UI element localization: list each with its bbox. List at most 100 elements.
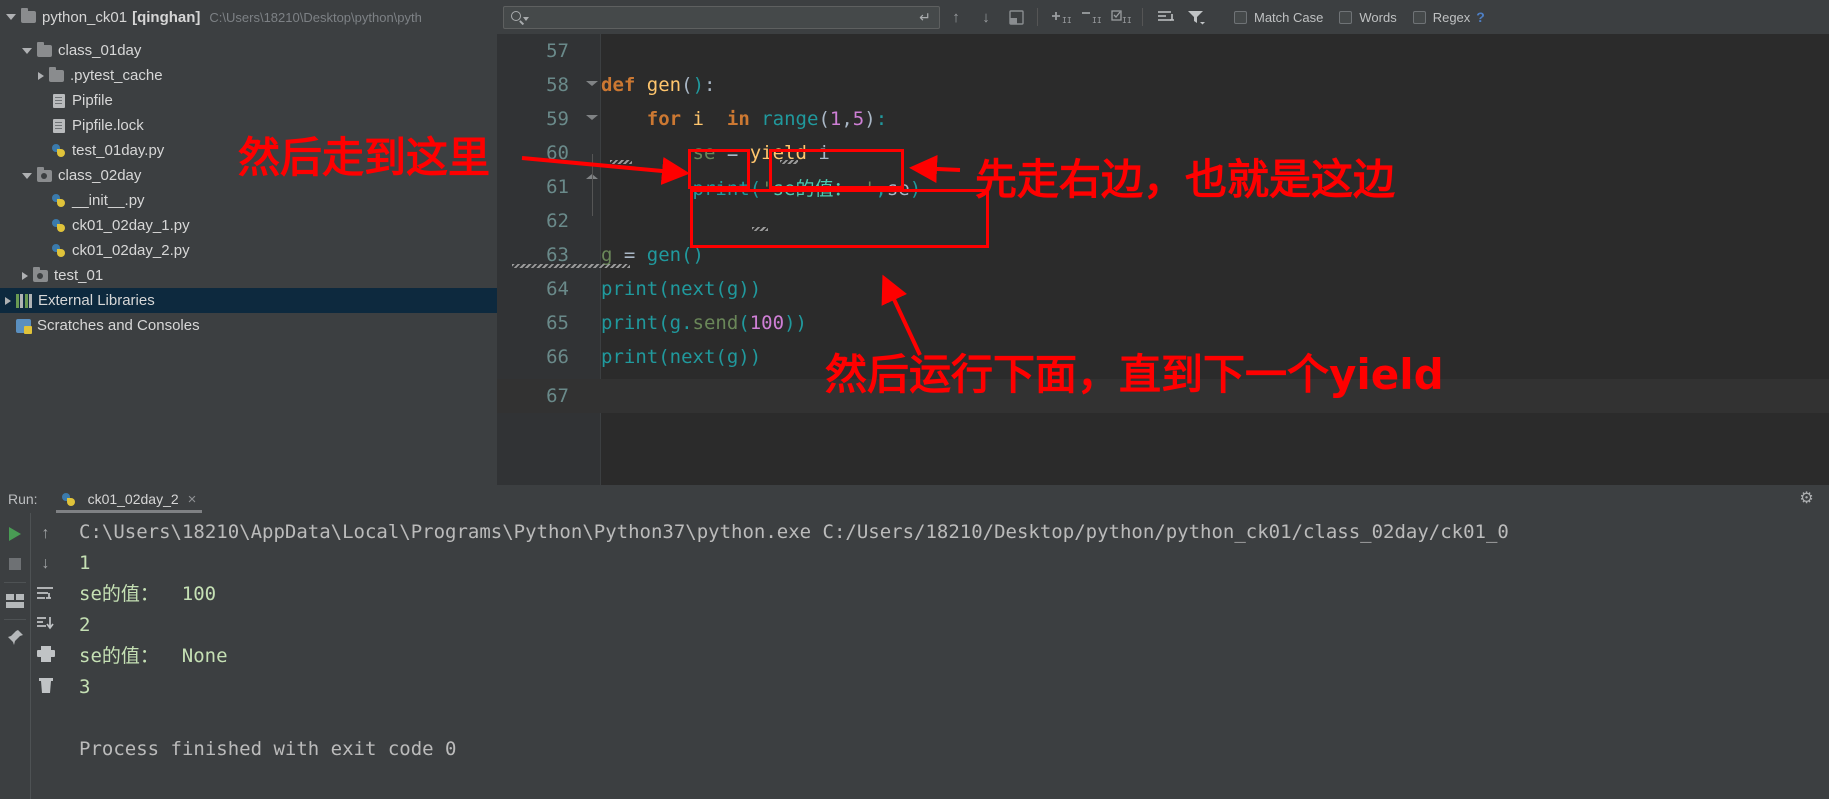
tree-item-ck01_02day_2-py[interactable]: ck01_02day_2.py [0,238,497,263]
words-checkbox[interactable] [1339,10,1353,24]
project-tree: class_01day .pytest_cache Pipfile Pipfil… [0,34,497,512]
top-toolbar: python_ck01 [qinghan] C:\Users\18210\Des… [0,0,1829,34]
match-case-checkbox[interactable] [1234,10,1247,24]
find-next-icon[interactable]: ↓ [972,4,1000,30]
code-line-58[interactable]: 58 def gen(): [497,68,1829,102]
run-side-toolbar: ↑ ↓ [0,513,60,799]
clear-all-button[interactable] [33,669,59,699]
scratches-icon [16,318,32,334]
line-number: 66 [546,346,569,368]
fold-marker-for-icon[interactable] [586,115,598,120]
scroll-down-button[interactable]: ↓ [33,549,59,579]
toolbar-divider-1 [1037,8,1038,26]
regex-checkbox[interactable] [1412,10,1426,24]
svg-text:II: II [1122,16,1131,25]
annotation-then-go-here: 然后走到这里 [238,133,491,182]
svg-text:II: II [1062,16,1071,25]
console-line: se的值： None [79,645,228,667]
folder-icon [33,266,48,282]
project-folder-icon [21,8,36,23]
close-icon[interactable]: × [188,491,197,508]
tree-item-label: Pipfile [72,92,113,109]
select-window-icon[interactable] [1002,4,1030,30]
tree-item-label: ck01_02day_1.py [72,217,190,234]
run-label: Run: [8,491,38,507]
line-number: 58 [546,74,569,96]
remove-line-icon[interactable]: II [1077,4,1105,30]
dropdown-caret-icon[interactable] [523,16,529,21]
expand-arrow-icon[interactable] [38,71,44,80]
find-previous-icon[interactable]: ↑ [942,4,970,30]
python-file-icon [52,218,66,233]
tree-item-pytest_cache[interactable]: .pytest_cache [0,63,497,88]
search-input[interactable] [504,6,939,28]
run-console-output[interactable]: C:\Users\18210\AppData\Local\Programs\Py… [60,513,1829,799]
line-number: 64 [546,278,569,300]
run-panel: Run: ck01_02day_2 × ⚙ ↑ ↓ C:\Users\18210… [0,485,1829,799]
scroll-up-button[interactable]: ↑ [33,519,59,549]
soft-wrap-button[interactable] [33,579,59,609]
expand-arrow-icon[interactable] [22,271,28,280]
project-name: python_ck01 [42,8,128,26]
warning-squiggle-i [610,160,632,164]
project-expand-arrow-icon[interactable] [6,14,16,20]
folder-icon [49,66,64,82]
stop-button[interactable] [2,549,28,579]
filter-icon[interactable] [1182,4,1210,30]
python-file-icon [52,143,66,158]
tree-item-test_01[interactable]: test_01 [0,263,497,288]
fold-guide-line [592,154,593,216]
code-line-59[interactable]: 59 for i in range(1,5): [497,102,1829,136]
folder-icon [37,166,52,182]
fold-marker-def-icon[interactable] [586,81,598,86]
annotation-right-side-first: 先走右边，也就是这边 [975,155,1396,204]
match-case-checkbox-group[interactable]: Match Case [1234,10,1339,25]
line-number: 60 [546,142,569,164]
line-number: 57 [546,40,569,62]
line-content: print(g.send(100)) [601,312,807,334]
code-line-57[interactable]: 57 [497,34,1829,68]
tree-item-ck01_02day_1-py[interactable]: ck01_02day_1.py [0,213,497,238]
pin-tab-button[interactable] [2,623,28,653]
words-checkbox-group[interactable]: Words [1339,10,1412,25]
scroll-to-end-button[interactable] [33,609,59,639]
tree-item-external-libraries[interactable]: External Libraries [0,288,497,313]
regex-checkbox-group[interactable]: Regex [1412,10,1475,25]
tree-item-label: Pipfile.lock [72,117,144,134]
tree-item-label: .pytest_cache [70,67,163,84]
python-file-icon [61,492,76,507]
gear-icon[interactable]: ⚙ [1798,490,1815,507]
tree-item-init-py[interactable]: __init__.py [0,188,497,213]
expand-arrow-icon[interactable] [5,296,11,305]
project-tag: [qinghan] [132,8,201,26]
python-file-icon [52,193,66,208]
project-header[interactable]: python_ck01 [qinghan] C:\Users\18210\Des… [0,0,497,34]
run-tab-ck01_02day_2[interactable]: ck01_02day_2 × [55,485,203,513]
code-line-65[interactable]: 65 print(g.send(100)) [497,306,1829,340]
folder-icon [37,41,52,57]
expand-arrow-icon[interactable] [22,47,32,54]
code-line-64[interactable]: 64 print(next(g)) [497,272,1829,306]
tree-item-scratches-and-consoles[interactable]: Scratches and Consoles [0,313,497,338]
enter-icon: ↵ [919,8,931,25]
highlight-box-yield-i [769,149,904,189]
select-all-icon[interactable]: II [1107,4,1135,30]
search-field[interactable]: ↵ [503,5,940,29]
run-tab-bar: Run: ck01_02day_2 × ⚙ [0,485,1829,513]
highlight-box-se [688,149,750,189]
wrap-lines-icon[interactable] [1152,4,1180,30]
expand-arrow-icon[interactable] [22,172,32,179]
add-line-icon[interactable]: II [1047,4,1075,30]
line-number: 59 [546,108,569,130]
print-button[interactable] [33,639,59,669]
restore-layout-button[interactable] [2,586,28,616]
help-icon[interactable]: ? [1476,9,1485,25]
tree-item-class_01day[interactable]: class_01day [0,38,497,63]
rerun-button[interactable] [2,519,28,549]
code-editor[interactable]: 57 58 def gen(): 59 for i in range(1,5):… [497,34,1829,485]
warning-squiggle-gen [512,264,630,268]
tree-item-label: __init__.py [72,192,145,209]
run-tab-label: ck01_02day_2 [87,491,179,507]
tree-item-Pipfile[interactable]: Pipfile [0,88,497,113]
console-line: se的值： 100 [79,583,217,605]
